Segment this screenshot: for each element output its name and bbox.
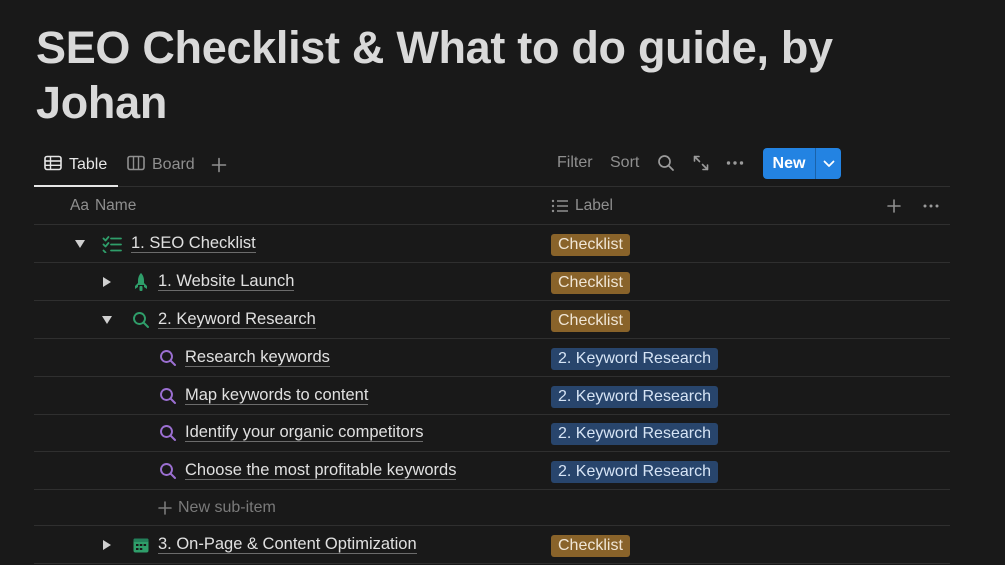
new-sub-item-label: New sub-item (178, 498, 276, 516)
column-options-button[interactable] (923, 187, 939, 224)
table-icon (44, 155, 62, 176)
table-row[interactable]: Research keywords 2. Keyword Research (34, 339, 950, 377)
more-icon (726, 161, 744, 165)
chevron-down-icon (823, 160, 834, 167)
list-icon (551, 199, 568, 212)
table-row[interactable]: Choose the most profitable keywords 2. K… (34, 452, 950, 490)
triangle-right-icon (103, 276, 111, 287)
new-sub-item-row: New sub-item (34, 490, 950, 526)
filter-button[interactable]: Filter (557, 146, 593, 180)
table-row[interactable]: 2. Keyword Research Checklist (34, 301, 950, 339)
expand-toggle[interactable] (99, 263, 115, 300)
label-tag: Checklist (551, 310, 630, 332)
label-tag: Checklist (551, 535, 630, 557)
column-name-label: Name (94, 196, 137, 214)
expand-button[interactable] (692, 146, 710, 180)
label-tag: 2. Keyword Research (551, 461, 718, 483)
expand-toggle[interactable] (99, 301, 115, 338)
more-options-button[interactable] (726, 146, 744, 180)
row-title[interactable]: 2. Keyword Research (158, 310, 316, 329)
tab-board-label: Board (152, 156, 195, 173)
search-button[interactable] (657, 146, 675, 180)
search-icon (158, 377, 178, 414)
row-title[interactable]: Research keywords (185, 348, 330, 367)
new-dropdown-button[interactable] (816, 148, 841, 179)
more-icon (923, 204, 939, 207)
rocket-icon (131, 263, 151, 300)
row-title[interactable]: Identify your organic competitors (185, 423, 424, 442)
table-row[interactable]: Map keywords to content 2. Keyword Resea… (34, 377, 950, 415)
search-icon (158, 414, 178, 451)
tab-table[interactable]: Table (44, 146, 107, 184)
table-row[interactable]: 3. On-Page & Content Optimization Checkl… (34, 526, 950, 564)
column-header-name[interactable]: Aa Name (70, 187, 136, 224)
new-button-label: New (772, 154, 806, 172)
label-tag: Checklist (551, 272, 630, 294)
label-tag: 2. Keyword Research (551, 348, 718, 370)
new-sub-item-button[interactable]: New sub-item (158, 490, 276, 525)
column-label-label: Label (575, 196, 613, 214)
table-row[interactable]: 1. Website Launch Checklist (34, 263, 950, 301)
plus-icon (887, 198, 901, 213)
tab-board[interactable]: Board (127, 146, 195, 184)
expand-toggle[interactable] (72, 225, 88, 262)
table-row[interactable]: 1. SEO Checklist Checklist (34, 225, 950, 263)
checklist-icon (102, 225, 122, 262)
search-icon (158, 339, 178, 376)
table-header: Aa Name Label (34, 187, 950, 225)
sort-button[interactable]: Sort (610, 146, 639, 180)
table-row[interactable]: Identify your organic competitors 2. Key… (34, 414, 950, 452)
text-type-icon: Aa (70, 196, 89, 214)
tab-table-label: Table (69, 156, 108, 173)
label-tag: 2. Keyword Research (551, 423, 718, 445)
column-header-label[interactable]: Label (551, 187, 613, 224)
plus-icon (158, 500, 172, 515)
search-icon (131, 301, 151, 338)
board-icon (127, 155, 145, 176)
row-title[interactable]: Choose the most profitable keywords (185, 461, 457, 480)
search-icon (158, 452, 178, 489)
calendar-icon (131, 526, 151, 563)
view-bar: Table Board Filter Sort New (34, 146, 950, 187)
triangle-down-icon (102, 315, 112, 324)
page-title[interactable]: SEO Checklist & What to do guide, by Joh… (36, 20, 936, 130)
expand-toggle[interactable] (99, 526, 115, 563)
row-title[interactable]: 1. SEO Checklist (131, 234, 256, 253)
row-title[interactable]: Map keywords to content (185, 386, 369, 405)
add-column-button[interactable] (887, 187, 901, 224)
label-tag: Checklist (551, 234, 630, 256)
plus-icon (211, 157, 227, 173)
triangle-right-icon (103, 539, 111, 550)
triangle-down-icon (75, 239, 85, 248)
row-title[interactable]: 1. Website Launch (158, 272, 295, 291)
label-tag: 2. Keyword Research (551, 386, 718, 408)
search-icon (658, 155, 674, 171)
expand-icon (693, 155, 709, 171)
new-button[interactable]: New (763, 148, 841, 179)
add-view-button[interactable] (211, 146, 227, 184)
row-title[interactable]: 3. On-Page & Content Optimization (158, 535, 417, 554)
